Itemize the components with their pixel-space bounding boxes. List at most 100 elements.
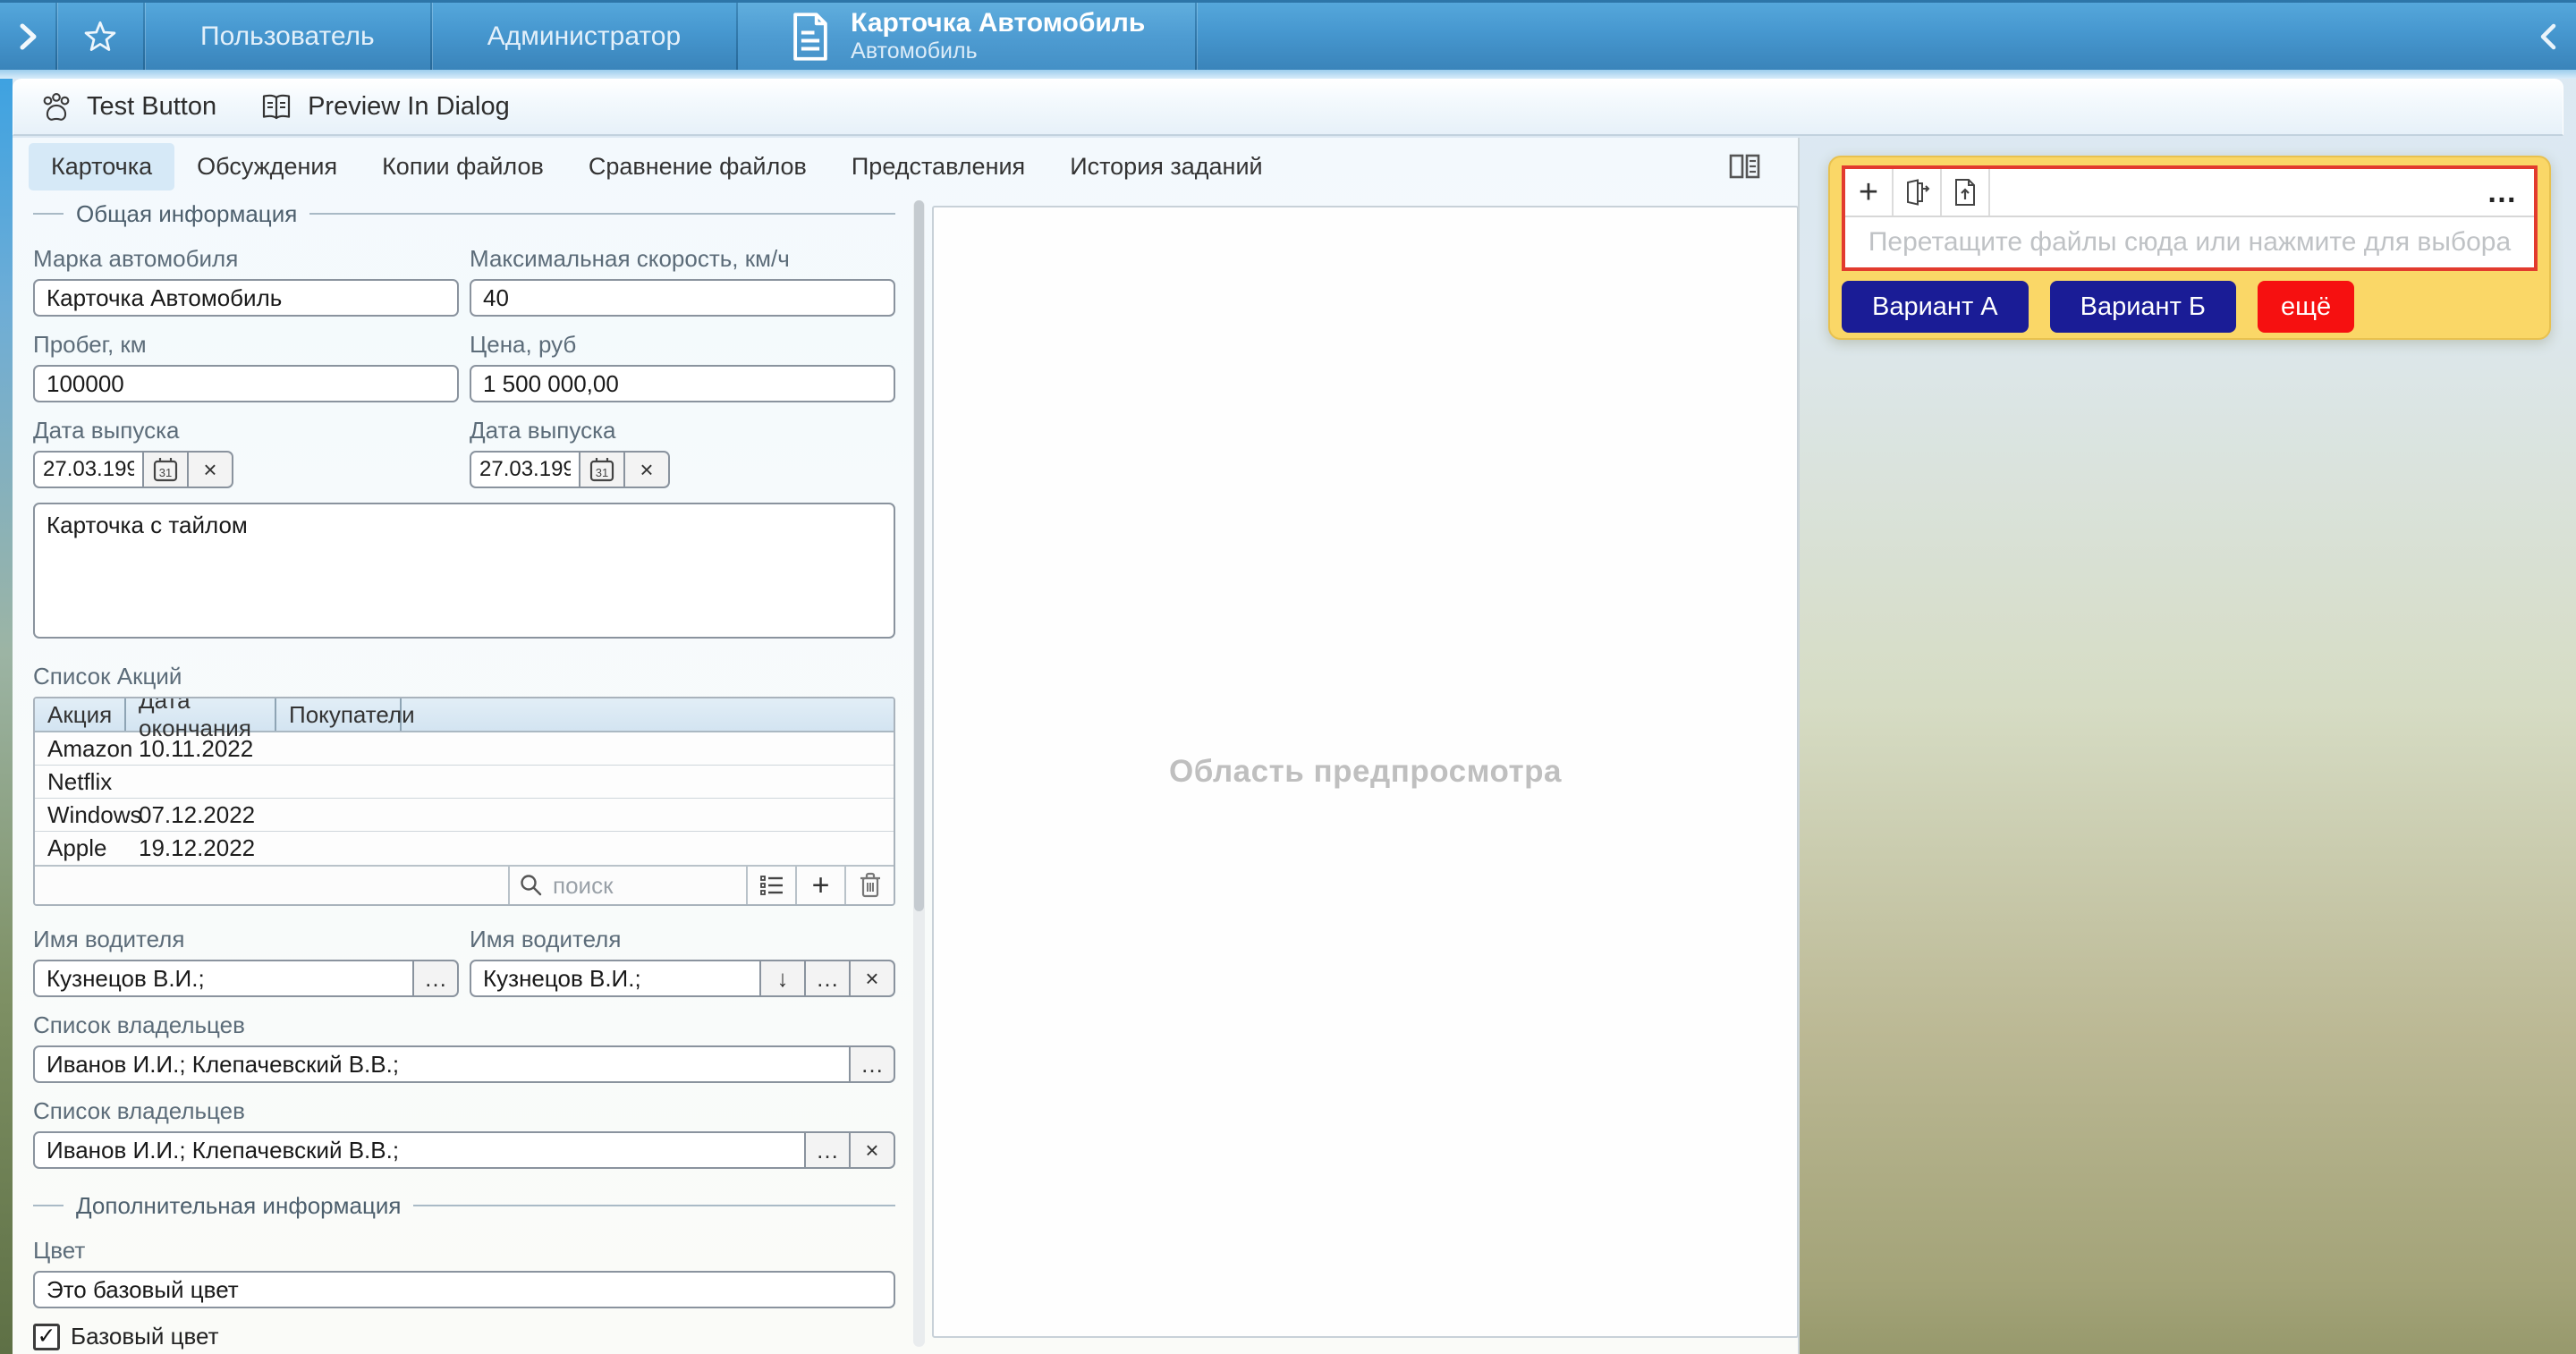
lookup-button[interactable]: … <box>414 960 459 997</box>
mileage-input[interactable] <box>33 365 459 402</box>
file-drop-area[interactable]: Перетащите файлы сюда или нажмите для вы… <box>1845 217 2534 267</box>
release-date-input-2[interactable] <box>470 451 580 488</box>
driver-field-1: Имя водителя … <box>33 926 459 997</box>
star-icon <box>81 19 119 55</box>
open-book-icon <box>259 92 293 123</box>
tab-discussions[interactable]: Обсуждения <box>174 143 360 190</box>
footer-empty-cell <box>35 867 508 904</box>
column-header-empty <box>402 698 894 731</box>
delete-row-button[interactable] <box>844 867 894 904</box>
owners-field-2: Список владельцев … × <box>33 1097 895 1169</box>
owners-input-2[interactable] <box>33 1131 806 1169</box>
table-row[interactable]: Apple 19.12.2022 <box>35 832 894 865</box>
group-title: Дополнительная информация <box>64 1192 413 1220</box>
owners-field-1: Список владельцев … <box>33 1011 895 1083</box>
owners-input-1[interactable] <box>33 1045 851 1083</box>
description-textarea[interactable]: Карточка с тайлом <box>33 503 895 639</box>
preview-in-dialog-button[interactable]: Preview In Dialog <box>242 85 528 130</box>
max-speed-input[interactable] <box>470 279 895 317</box>
tab-views[interactable]: Представления <box>829 143 1047 190</box>
field-label: Имя водителя <box>33 926 459 952</box>
driver-input-1[interactable] <box>33 960 414 997</box>
clear-date-button[interactable]: × <box>189 451 233 488</box>
column-header[interactable]: Акция <box>35 698 126 731</box>
tab-label: Обсуждения <box>197 153 337 180</box>
color-input[interactable] <box>33 1271 895 1308</box>
file-toolbar: + <box>1845 169 2534 217</box>
more-options-button[interactable]: … <box>2471 169 2534 216</box>
tab-file-compare[interactable]: Сравнение файлов <box>566 143 829 190</box>
add-file-button[interactable]: + <box>1845 169 1894 216</box>
preview-button-label: Preview In Dialog <box>308 92 510 122</box>
brand-input[interactable] <box>33 279 459 317</box>
release-date-input-1[interactable] <box>33 451 144 488</box>
clear-button[interactable]: × <box>851 960 895 997</box>
expand-nav-button[interactable] <box>0 3 55 70</box>
list-icon <box>758 874 785 897</box>
checkbox-checked: ✓ <box>33 1324 60 1350</box>
field-label: Пробег, км <box>33 331 459 358</box>
drop-placeholder-text: Перетащите файлы сюда или нажмите для вы… <box>1868 227 2511 258</box>
active-tab-subtitle: Автомобиль <box>851 38 1145 64</box>
nav-tab-card-active[interactable]: Карточка Автомобиль Автомобиль <box>738 3 1195 70</box>
svg-text:31: 31 <box>596 466 608 479</box>
command-toolbar: Test Button Preview In Dialog <box>13 79 2563 136</box>
tab-label: История заданий <box>1070 153 1262 180</box>
price-input[interactable] <box>470 365 895 402</box>
column-header[interactable]: Дата окончания <box>126 698 276 731</box>
lookup-button[interactable]: … <box>806 960 851 997</box>
card-tabstrip: Карточка Обсуждения Копии файлов Сравнен… <box>13 138 1798 195</box>
stocks-table-header: Акция Дата окончания Покупатели <box>35 698 894 732</box>
field-label: Имя водителя <box>470 926 895 952</box>
plus-icon: + <box>1859 173 1878 212</box>
tab-card[interactable]: Карточка <box>29 143 174 190</box>
clear-date-button[interactable]: × <box>625 451 670 488</box>
driver-input-2[interactable] <box>470 960 761 997</box>
topbar-divider-strip <box>0 70 2576 79</box>
add-row-button[interactable]: + <box>795 867 844 904</box>
lookup-button[interactable]: … <box>806 1131 851 1169</box>
tab-file-copies[interactable]: Копии файлов <box>360 143 566 190</box>
field-label: Марка автомобиля <box>33 245 459 272</box>
card-form: Общая информация Марка автомобиля Максим… <box>33 200 895 1354</box>
nav-tab-admin[interactable]: Администратор <box>432 3 736 70</box>
paw-icon <box>40 91 72 123</box>
collapse-panel-button[interactable] <box>2522 3 2576 70</box>
arrow-down-icon: ↓ <box>777 965 789 993</box>
test-button[interactable]: Test Button <box>22 84 234 131</box>
export-file-button[interactable] <box>1894 169 1942 216</box>
tab-task-history[interactable]: История заданий <box>1047 143 1284 190</box>
calendar-button[interactable]: 31 <box>144 451 189 488</box>
preview-area: Область предпросмотра <box>932 206 1799 1338</box>
table-row[interactable]: Amazon 10.11.2022 <box>35 732 894 766</box>
variant-b-button[interactable]: Вариант Б <box>2050 281 2236 333</box>
base-color-checkbox[interactable]: ✓ Базовый цвет <box>33 1323 895 1350</box>
table-search-input[interactable] <box>553 872 714 900</box>
release-date-field-1: Дата выпуска 31 × <box>33 417 459 488</box>
price-field: Цена, руб <box>470 331 895 402</box>
file-drop-zone: + <box>1842 165 2538 271</box>
test-button-label: Test Button <box>87 92 216 122</box>
table-row[interactable]: Netflix <box>35 766 894 799</box>
clear-button[interactable]: × <box>851 1131 895 1169</box>
variant-a-button[interactable]: Вариант А <box>1842 281 2029 333</box>
app-window: Пользователь Администратор Карточка Авто… <box>0 0 2576 1354</box>
nav-tab-user[interactable]: Пользователь <box>145 3 430 70</box>
ellipsis-icon: … <box>816 1137 839 1164</box>
ellipsis-icon: … <box>2487 175 2519 210</box>
more-variant-button[interactable]: ещё <box>2258 281 2354 333</box>
scrollbar-thumb[interactable] <box>914 200 924 911</box>
calendar-button[interactable]: 31 <box>580 451 625 488</box>
upload-file-button[interactable] <box>1942 169 1990 216</box>
group-header-general: Общая информация <box>33 200 895 227</box>
driver-field-2: Имя водителя ↓ … × <box>470 926 895 997</box>
favorites-button[interactable] <box>57 3 143 70</box>
table-row[interactable]: Windows 07.12.2022 <box>35 799 894 832</box>
column-chooser-button[interactable] <box>746 867 795 904</box>
column-header[interactable]: Покупатели <box>276 698 402 731</box>
layout-toggle-button[interactable] <box>1721 147 1769 186</box>
lookup-button[interactable]: … <box>851 1045 895 1083</box>
dropdown-button[interactable]: ↓ <box>761 960 806 997</box>
brand-field: Марка автомобиля <box>33 245 459 317</box>
form-scrollbar[interactable] <box>913 200 925 1347</box>
